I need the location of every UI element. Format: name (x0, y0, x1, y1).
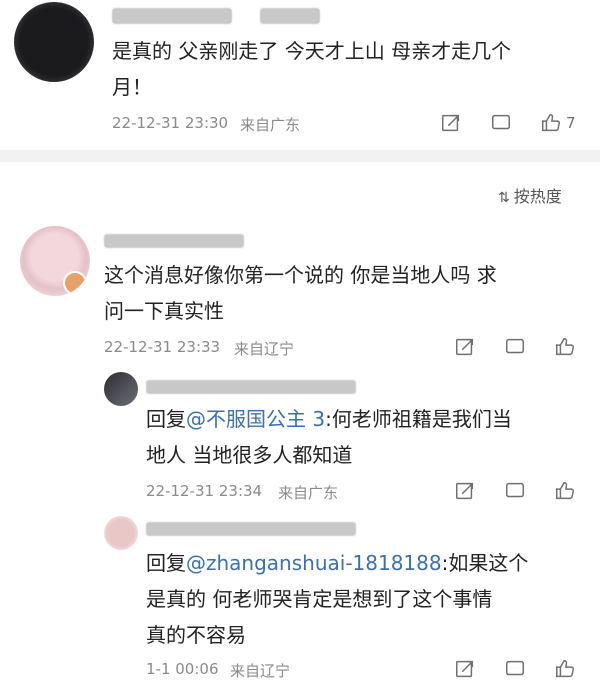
user-badge-blurred (260, 8, 320, 24)
reply-text: :何老师祖籍是我们当 (325, 407, 512, 431)
comment-text-line2: 问一下真实性 (104, 299, 224, 323)
comment-time: 22-12-31 23:30 (112, 114, 229, 132)
comment-icon[interactable] (504, 480, 526, 502)
comment-location: 来自辽宁 (234, 340, 295, 358)
avatar[interactable] (20, 226, 90, 296)
mention-link[interactable]: @不服国公主 3 (186, 407, 325, 431)
username-blurred[interactable] (146, 522, 356, 536)
reply-text-line1: 回复@zhanganshuai-1818188:如果这个 (146, 546, 528, 580)
reply-time: 1-1 00:06 (146, 660, 219, 678)
reply-text-line2: 地人 当地很多人都知道 (146, 443, 353, 467)
username-blurred[interactable] (146, 380, 356, 394)
share-icon[interactable] (454, 336, 476, 358)
reply-time: 22-12-31 23:34 (146, 482, 263, 500)
mention-link[interactable]: @zhanganshuai-1818188 (186, 551, 442, 575)
section-divider (0, 150, 600, 162)
comment-text-line2: 月！ (112, 75, 152, 99)
vip-badge-icon (63, 271, 87, 295)
comment-icon[interactable] (504, 658, 526, 680)
like-icon[interactable] (554, 336, 576, 358)
comment-text-line1: 这个消息好像你第一个说的 你是当地人吗 求 (104, 263, 497, 287)
reply-location: 来自辽宁 (230, 662, 291, 680)
avatar[interactable] (14, 2, 94, 82)
share-icon[interactable] (454, 658, 476, 680)
like-icon[interactable] (554, 480, 576, 502)
comment-icon[interactable] (504, 336, 526, 358)
like-icon[interactable] (554, 658, 576, 680)
comment-text-line1: 是真的 父亲刚走了 今天才上山 母亲才走几个 (112, 39, 512, 63)
reply-prefix: 回复 (146, 551, 186, 575)
reply-text-line3: 真的不容易 (146, 623, 246, 647)
sort-label: 按热度 (513, 187, 562, 206)
sort-by-heat[interactable]: ⇅ 按热度 (498, 183, 562, 207)
reply-text: :如果这个 (441, 551, 529, 575)
comment-location: 来自广东 (240, 116, 301, 134)
like-icon[interactable] (540, 112, 562, 134)
comment-icon[interactable] (490, 112, 512, 134)
reply-prefix: 回复 (146, 407, 186, 431)
share-icon[interactable] (440, 112, 462, 134)
reply-text-line1: 回复@不服国公主 3:何老师祖籍是我们当 (146, 402, 512, 436)
username-blurred[interactable] (104, 234, 244, 248)
username-blurred[interactable] (112, 8, 232, 24)
sort-icon: ⇅ (498, 190, 510, 206)
reply-text-line2: 是真的 何老师哭肯定是想到了这个事情 (146, 587, 493, 611)
reply-location: 来自广东 (278, 484, 339, 502)
avatar[interactable] (104, 516, 138, 550)
share-icon[interactable] (454, 480, 476, 502)
avatar[interactable] (104, 372, 138, 406)
comment-time: 22-12-31 23:33 (104, 338, 221, 356)
like-count: 7 (566, 114, 576, 132)
